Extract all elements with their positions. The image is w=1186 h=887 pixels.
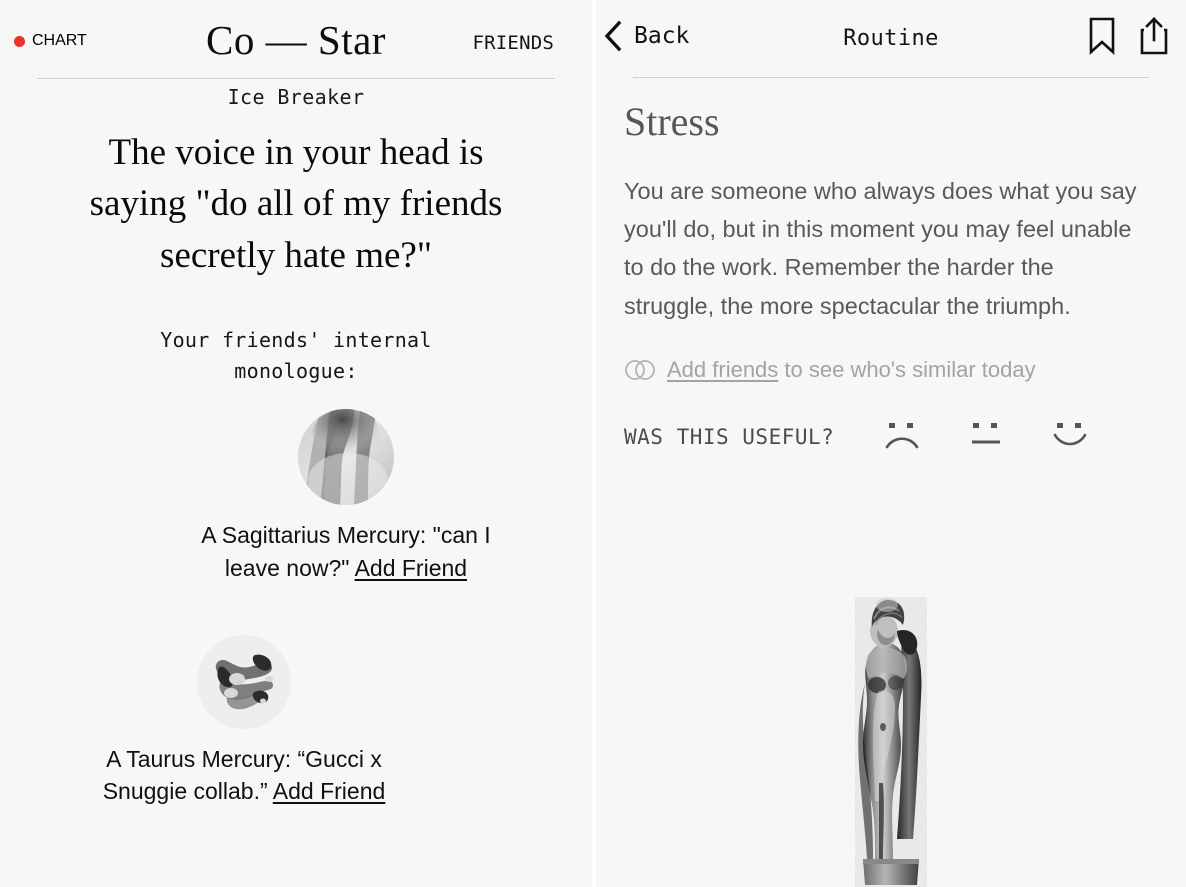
friend-caption: A Sagittarius Mercury: "can I leave now?… <box>176 519 516 584</box>
left-header: CHART Co — Star FRIENDS <box>0 0 592 79</box>
happy-face-icon[interactable] <box>1048 420 1092 454</box>
section-label: Ice Breaker <box>227 85 365 109</box>
section-paragraph: You are someone who always does what you… <box>624 177 1137 319</box>
add-friends-sentence: Add friends to see who's similar today <box>667 357 1036 383</box>
section-heading: Stress <box>624 99 720 144</box>
header-actions <box>1088 16 1168 56</box>
feedback-row: WAS THIS USEFUL? <box>624 420 1158 454</box>
friend-entry: A Sagittarius Mercury: "can I leave now?… <box>0 409 592 584</box>
sad-face-icon[interactable] <box>880 420 924 454</box>
avatar-photo-neck[interactable] <box>298 409 394 506</box>
feedback-options <box>880 420 1092 454</box>
header-divider <box>37 78 555 79</box>
add-friend-button[interactable]: Add Friend <box>355 555 468 581</box>
overlapping-circles-icon <box>625 360 655 380</box>
routine-content: Stress You are someone who always does w… <box>596 98 1186 454</box>
neutral-face-icon[interactable] <box>964 420 1008 454</box>
add-friend-button[interactable]: Add Friend <box>273 778 386 804</box>
monologue-label: Your friends' internal monologue: <box>160 328 432 384</box>
add-friends-link[interactable]: Add friends <box>667 357 778 382</box>
co-star-routine-screen: Back Routine Stress You are someone who … <box>596 0 1186 887</box>
tab-friends[interactable]: FRIENDS <box>473 32 554 54</box>
dual-screenshot-container: CHART Co — Star FRIENDS Ice Breaker The … <box>0 0 1186 887</box>
right-header: Back Routine <box>596 0 1186 78</box>
add-friends-row: Add friends to see who's similar today <box>624 357 1158 383</box>
share-icon[interactable] <box>1140 16 1168 56</box>
header-divider <box>633 77 1149 78</box>
friend-caption: A Taurus Mercury: “Gucci x Snuggie colla… <box>84 743 404 808</box>
friend-entry: A Taurus Mercury: “Gucci x Snuggie colla… <box>0 634 592 808</box>
classical-statue-image <box>855 597 927 887</box>
feedback-label: WAS THIS USEFUL? <box>624 424 835 449</box>
ice-breaker-quote: The voice in your head is saying "do all… <box>89 132 503 276</box>
co-star-ice-breaker-screen: CHART Co — Star FRIENDS Ice Breaker The … <box>0 0 592 887</box>
add-friends-suffix: to see who's similar today <box>778 356 1036 382</box>
illustration-container <box>596 587 1186 887</box>
bookmark-icon[interactable] <box>1088 17 1116 55</box>
avatar-photo-hand[interactable] <box>197 634 291 729</box>
